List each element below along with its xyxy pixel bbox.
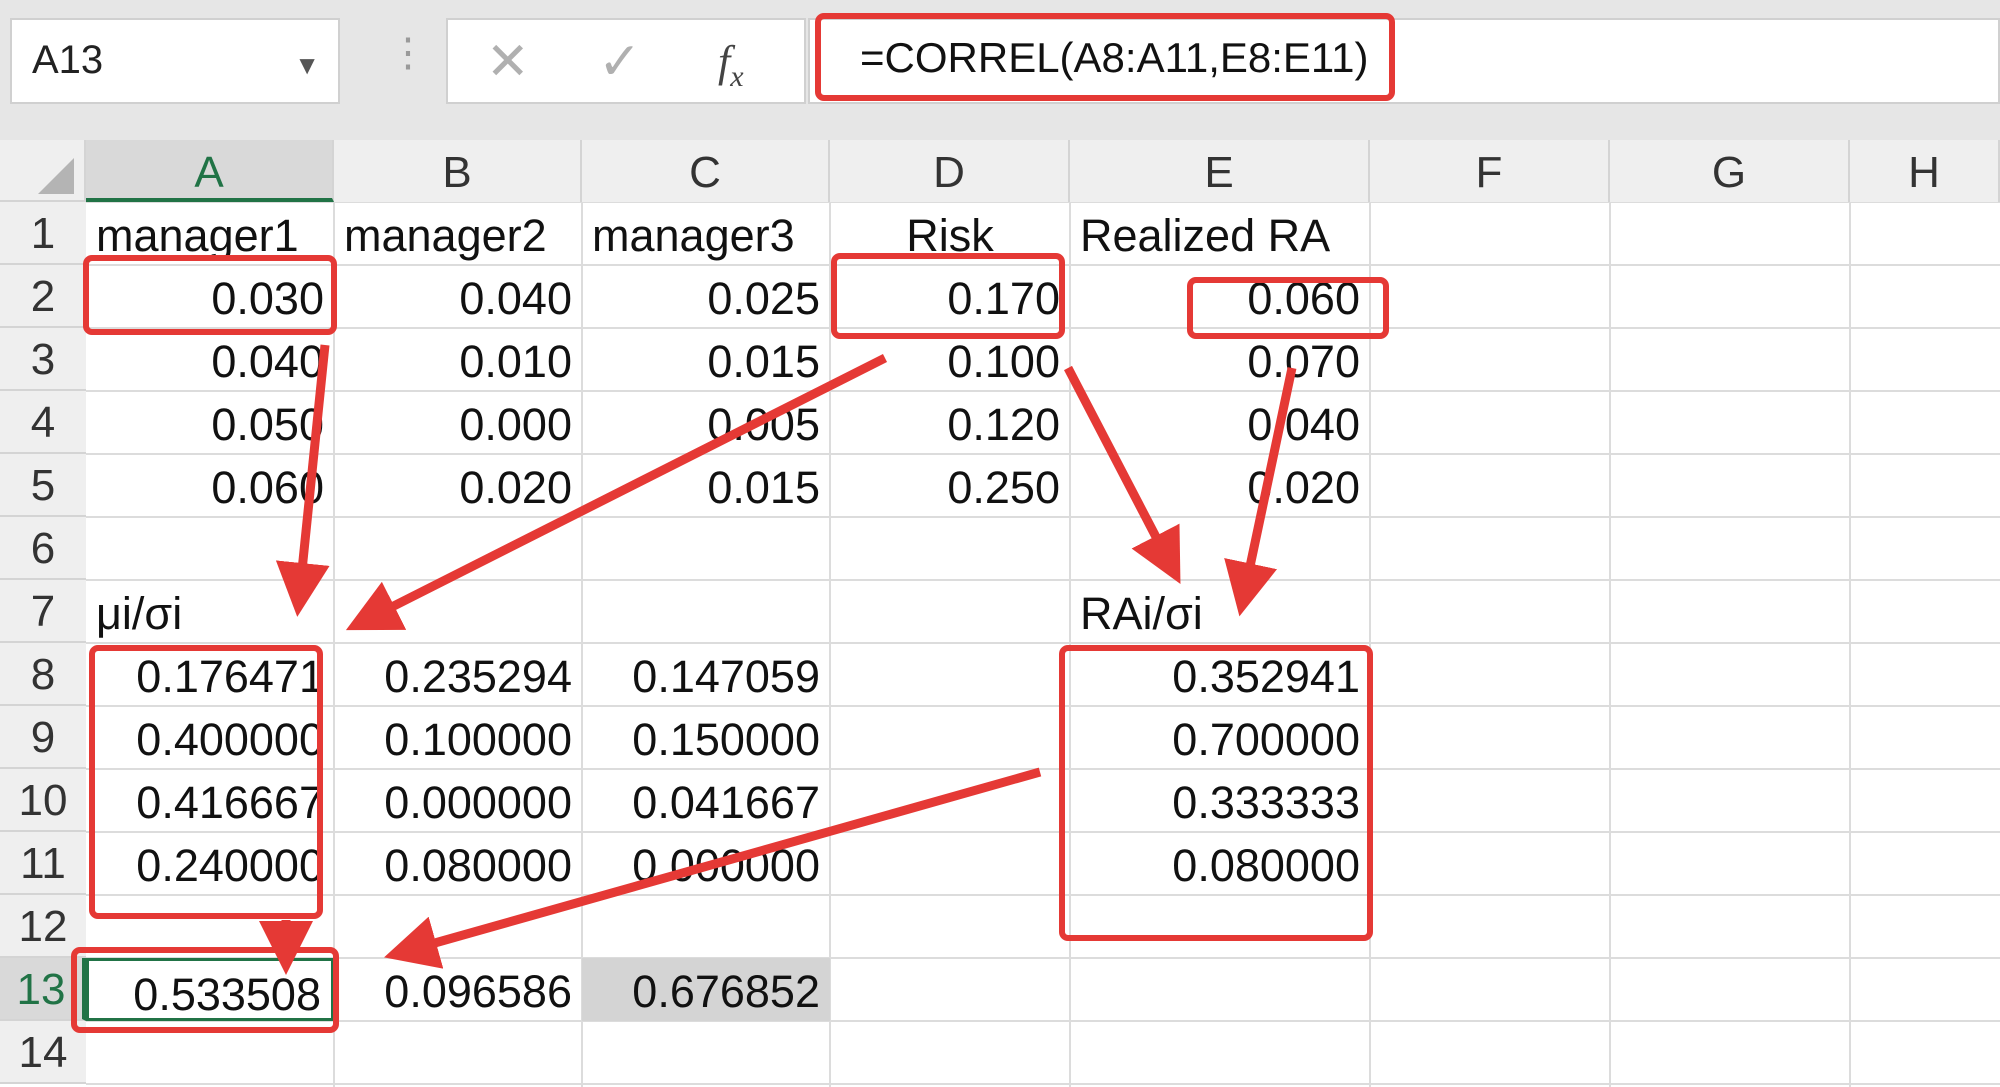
row-header-3[interactable]: 3 [0, 328, 86, 391]
row-header-4[interactable]: 4 [0, 391, 86, 454]
cell-c11[interactable]: 0.000000 [582, 832, 830, 895]
cell-d2[interactable]: 0.170 [830, 265, 1070, 328]
cell-c9[interactable]: 0.150000 [582, 706, 830, 769]
row-header-11[interactable]: 11 [0, 832, 86, 895]
column-header-e[interactable]: E [1070, 140, 1370, 202]
column-header-d[interactable]: D [830, 140, 1070, 202]
cell-e7[interactable]: RAi/σi [1070, 580, 1370, 643]
cell-b1[interactable]: manager2 [334, 202, 582, 265]
name-box-value: A13 [32, 38, 104, 82]
insert-function-button[interactable]: fx [718, 36, 744, 94]
name-box[interactable]: A13 ▼ [10, 18, 340, 104]
cell-d5[interactable]: 0.250 [830, 454, 1070, 517]
column-header-c[interactable]: C [582, 140, 830, 202]
row-header-1[interactable]: 1 [0, 202, 86, 265]
row-header-13[interactable]: 13 [0, 958, 86, 1021]
row-header-12[interactable]: 12 [0, 895, 86, 958]
row-header-10[interactable]: 10 [0, 769, 86, 832]
cell-d4[interactable]: 0.120 [830, 391, 1070, 454]
row-header-9[interactable]: 9 [0, 706, 86, 769]
cell-e9[interactable]: 0.700000 [1070, 706, 1370, 769]
row-header-2[interactable]: 2 [0, 265, 86, 328]
column-header-h[interactable]: H [1850, 140, 2000, 202]
cell-b10[interactable]: 0.000000 [334, 769, 582, 832]
row-header-14[interactable]: 14 [0, 1021, 86, 1084]
cell-b3[interactable]: 0.010 [334, 328, 582, 391]
column-header-a[interactable]: A [86, 140, 334, 202]
cell-e1[interactable]: Realized RA [1070, 202, 1370, 265]
cell-b4[interactable]: 0.000 [334, 391, 582, 454]
cell-b9[interactable]: 0.100000 [334, 706, 582, 769]
cell-a13[interactable]: 0.533508 [86, 958, 334, 1021]
cell-e2[interactable]: 0.060 [1070, 265, 1370, 328]
cell-d1[interactable]: Risk [830, 202, 1070, 265]
cell-e3[interactable]: 0.070 [1070, 328, 1370, 391]
cell-a7[interactable]: μi/σi [86, 580, 334, 643]
cell-a11[interactable]: 0.240000 [86, 832, 334, 895]
cell-c2[interactable]: 0.025 [582, 265, 830, 328]
cell-c4[interactable]: 0.005 [582, 391, 830, 454]
cell-c3[interactable]: 0.015 [582, 328, 830, 391]
row-header-5[interactable]: 5 [0, 454, 86, 517]
close-icon[interactable]: ✕ [486, 32, 530, 92]
cell-a4[interactable]: 0.050 [86, 391, 334, 454]
cell-c8[interactable]: 0.147059 [582, 643, 830, 706]
formula-bar: A13 ▼ ⋮ ✕ ✓ fx =CORREL(A8:A11,E8:E11) [0, 0, 2000, 140]
cell-a1[interactable]: manager1 [86, 202, 334, 265]
cell-a5[interactable]: 0.060 [86, 454, 334, 517]
check-icon[interactable]: ✓ [598, 32, 642, 92]
cell-b13[interactable]: 0.096586 [334, 958, 582, 1021]
column-header-b[interactable]: B [334, 140, 582, 202]
chevron-down-icon[interactable]: ▼ [294, 50, 320, 81]
cell-a2[interactable]: 0.030 [86, 265, 334, 328]
cell-d3[interactable]: 0.100 [830, 328, 1070, 391]
cell-e11[interactable]: 0.080000 [1070, 832, 1370, 895]
cell-e8[interactable]: 0.352941 [1070, 643, 1370, 706]
cell-a3[interactable]: 0.040 [86, 328, 334, 391]
cell-a9[interactable]: 0.400000 [86, 706, 334, 769]
cell-e5[interactable]: 0.020 [1070, 454, 1370, 517]
cell-c10[interactable]: 0.041667 [582, 769, 830, 832]
cell-e10[interactable]: 0.333333 [1070, 769, 1370, 832]
more-vertical-icon: ⋮ [388, 31, 428, 75]
cell-b5[interactable]: 0.020 [334, 454, 582, 517]
cell-a10[interactable]: 0.416667 [86, 769, 334, 832]
cell-c5[interactable]: 0.015 [582, 454, 830, 517]
cell-c1[interactable]: manager3 [582, 202, 830, 265]
cell-c13[interactable]: 0.676852 [582, 958, 830, 1021]
column-header-g[interactable]: G [1610, 140, 1850, 202]
formula-text: =CORREL(A8:A11,E8:E11) [860, 34, 1369, 81]
cell-a8[interactable]: 0.176471 [86, 643, 334, 706]
cell-b2[interactable]: 0.040 [334, 265, 582, 328]
row-header-6[interactable]: 6 [0, 517, 86, 580]
cell-b11[interactable]: 0.080000 [334, 832, 582, 895]
row-header-7[interactable]: 7 [0, 580, 86, 643]
row-header-8[interactable]: 8 [0, 643, 86, 706]
column-header-f[interactable]: F [1370, 140, 1610, 202]
cell-e4[interactable]: 0.040 [1070, 391, 1370, 454]
formula-buttons: ✕ ✓ fx [446, 18, 806, 104]
cell-b8[interactable]: 0.235294 [334, 643, 582, 706]
